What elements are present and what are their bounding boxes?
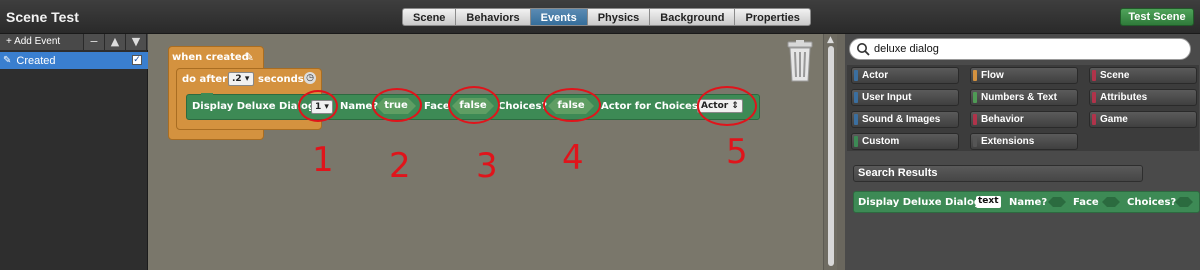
event-enabled-checkbox[interactable]: ✓: [132, 55, 142, 65]
tab-scene[interactable]: Scene: [402, 8, 456, 26]
annotation-circle-4: [543, 88, 601, 122]
search-bar[interactable]: [849, 38, 1191, 60]
annotation-number-2: 2: [389, 146, 411, 186]
category-attributes[interactable]: Attributes: [1089, 89, 1197, 106]
actor-for-choices-label: Actor for Choices:: [601, 101, 702, 112]
category-label: Behavior: [981, 114, 1024, 125]
seconds-label: seconds: [258, 74, 304, 85]
delay-value: .2: [232, 74, 242, 84]
tab-behaviors[interactable]: Behaviors: [455, 8, 530, 26]
result-name-slot: [1048, 197, 1066, 207]
category-chip: [973, 92, 977, 103]
category-chip: [1092, 70, 1096, 81]
choices-label: Choices?: [498, 101, 548, 112]
canvas-scrollbar[interactable]: ▲: [823, 34, 837, 270]
category-game[interactable]: Game: [1089, 111, 1197, 128]
move-up-button[interactable]: ▲: [105, 34, 126, 50]
tab-background[interactable]: Background: [649, 8, 735, 26]
category-chip: [973, 136, 977, 147]
move-down-button[interactable]: ▼: [126, 34, 147, 50]
remove-event-button[interactable]: −: [84, 34, 105, 50]
wand-icon: ✎: [3, 55, 12, 66]
annotation-number-1: 1: [312, 140, 334, 180]
search-results-header: Search Results: [853, 165, 1143, 182]
result-face-slot: [1102, 197, 1120, 207]
when-created-label: when created: [172, 52, 249, 63]
trash-icon[interactable]: [785, 40, 815, 82]
result-label: Display Deluxe Dialog:: [858, 197, 985, 208]
delay-field[interactable]: .2 ▾: [228, 72, 254, 86]
category-numbers-text[interactable]: Numbers & Text: [970, 89, 1078, 106]
category-chip: [1092, 92, 1096, 103]
events-panel: + Add Event − ▲ ▼ ✎ Created ✓: [0, 34, 148, 270]
annotation-number-4: 4: [562, 138, 584, 178]
category-label: Sound & Images: [862, 114, 941, 125]
events-toolbar: + Add Event − ▲ ▼: [0, 34, 148, 50]
category-label: Scene: [1100, 70, 1130, 81]
category-chip: [854, 136, 858, 147]
category-chip: [854, 70, 858, 81]
block-palette: Actor Flow Scene User Input Numbers & Te…: [845, 34, 1200, 270]
category-label: Game: [1100, 114, 1128, 125]
category-label: Numbers & Text: [981, 92, 1057, 103]
category-label: Attributes: [1100, 92, 1148, 103]
search-icon: [857, 43, 870, 56]
category-label: Extensions: [981, 136, 1035, 147]
category-scene[interactable]: Scene: [1089, 67, 1197, 84]
annotation-number-3: 3: [476, 146, 498, 186]
block-notch: [201, 93, 213, 96]
category-chip: [1092, 114, 1096, 125]
top-bar: Scene Test Scene Behaviors Events Physic…: [0, 0, 1200, 34]
result-name-label: Name?: [1009, 197, 1048, 208]
annotation-circle-2: [372, 88, 422, 122]
category-custom[interactable]: Custom: [851, 133, 959, 150]
tab-properties[interactable]: Properties: [734, 8, 811, 26]
tab-events[interactable]: Events: [529, 8, 587, 26]
category-actor[interactable]: Actor: [851, 67, 959, 84]
annotation-circle-3: [448, 86, 500, 124]
result-choices-slot: [1175, 197, 1193, 207]
result-choices-label: Choices?: [1127, 197, 1177, 208]
search-result-block[interactable]: Display Deluxe Dialog: text Name? Face C…: [853, 191, 1200, 213]
panel-divider: [837, 34, 845, 270]
category-extensions[interactable]: Extensions: [970, 133, 1078, 150]
search-input[interactable]: [874, 42, 1174, 56]
do-after-label: do after: [182, 74, 228, 85]
event-item-created[interactable]: ✎ Created ✓: [0, 52, 148, 69]
category-chip: [854, 92, 858, 103]
add-event-button[interactable]: + Add Event: [0, 34, 84, 50]
category-label: Actor: [862, 70, 889, 81]
category-chip: [854, 114, 858, 125]
scroll-up-arrow[interactable]: ▲: [827, 35, 834, 45]
event-label: Created: [16, 54, 56, 67]
face-label: Face: [424, 101, 450, 112]
result-face-label: Face: [1073, 197, 1099, 208]
tab-physics[interactable]: Physics: [586, 8, 650, 26]
category-user-input[interactable]: User Input: [851, 89, 959, 106]
annotation-circle-5: [697, 86, 757, 126]
result-text-chip: text: [976, 196, 1001, 208]
category-grid: Actor Flow Scene User Input Numbers & Te…: [847, 65, 1199, 151]
category-label: User Input: [862, 92, 912, 103]
tab-bar: Scene Behaviors Events Physics Backgroun…: [402, 8, 811, 26]
annotation-number-5: 5: [726, 132, 748, 172]
category-sound-images[interactable]: Sound & Images: [851, 111, 959, 128]
clock-icon: ◷: [304, 72, 316, 84]
category-label: Flow: [981, 70, 1004, 81]
window-title: Scene Test: [6, 9, 79, 25]
category-label: Custom: [862, 136, 900, 147]
category-chip: [973, 114, 977, 125]
pencil-icon[interactable]: ✎: [244, 50, 254, 64]
category-chip: [973, 70, 977, 81]
category-behavior[interactable]: Behavior: [970, 111, 1078, 128]
category-flow[interactable]: Flow: [970, 67, 1078, 84]
annotation-circle-1: [298, 90, 338, 122]
scroll-thumb[interactable]: [828, 46, 834, 266]
test-scene-button[interactable]: Test Scene: [1120, 8, 1194, 26]
